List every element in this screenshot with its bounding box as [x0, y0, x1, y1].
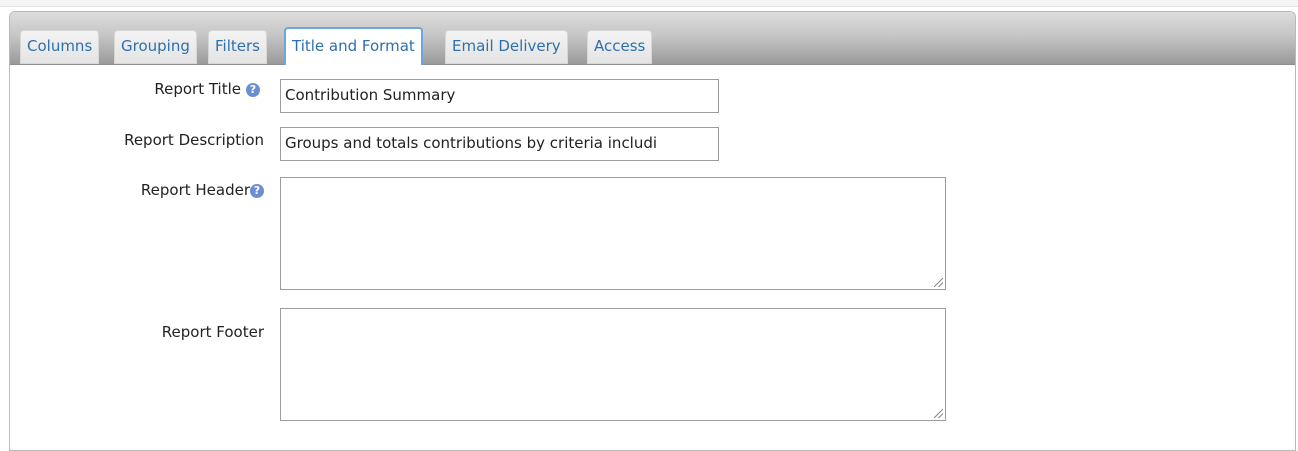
report-title-label: Report Title?	[154, 80, 260, 98]
tab-bar: Columns Grouping Filters Title and Forma…	[10, 12, 1295, 65]
report-description-input[interactable]: Groups and totals contributions by crite…	[280, 127, 719, 161]
report-title-input[interactable]: Contribution Summary	[280, 79, 719, 113]
tab-filters[interactable]: Filters	[208, 30, 267, 64]
question-circle-icon[interactable]: ?	[250, 184, 264, 198]
tab-title-and-format[interactable]: Title and Format	[284, 27, 423, 65]
resize-grip-icon[interactable]	[934, 278, 943, 287]
tab-grouping[interactable]: Grouping	[114, 30, 197, 64]
report-description-label-text: Report Description	[124, 131, 264, 149]
report-header-label-text: Report Header	[140, 181, 250, 199]
tab-columns[interactable]: Columns	[20, 30, 100, 64]
question-circle-icon[interactable]: ?	[246, 83, 260, 97]
report-settings-panel: Columns Grouping Filters Title and Forma…	[9, 11, 1296, 451]
tab-email-delivery[interactable]: Email Delivery	[445, 30, 568, 64]
report-description-label: Report Description	[124, 131, 264, 149]
report-footer-label: Report Footer	[162, 323, 264, 341]
report-footer-textarea[interactable]	[280, 308, 946, 421]
report-header-textarea[interactable]	[280, 177, 946, 290]
resize-grip-icon[interactable]	[934, 409, 943, 418]
report-footer-label-text: Report Footer	[161, 323, 264, 341]
report-header-label: Report Header?	[141, 181, 264, 199]
tab-access[interactable]: Access	[587, 30, 653, 64]
report-title-label-text: Report Title	[154, 80, 241, 98]
page-top-edge	[0, 0, 1298, 7]
